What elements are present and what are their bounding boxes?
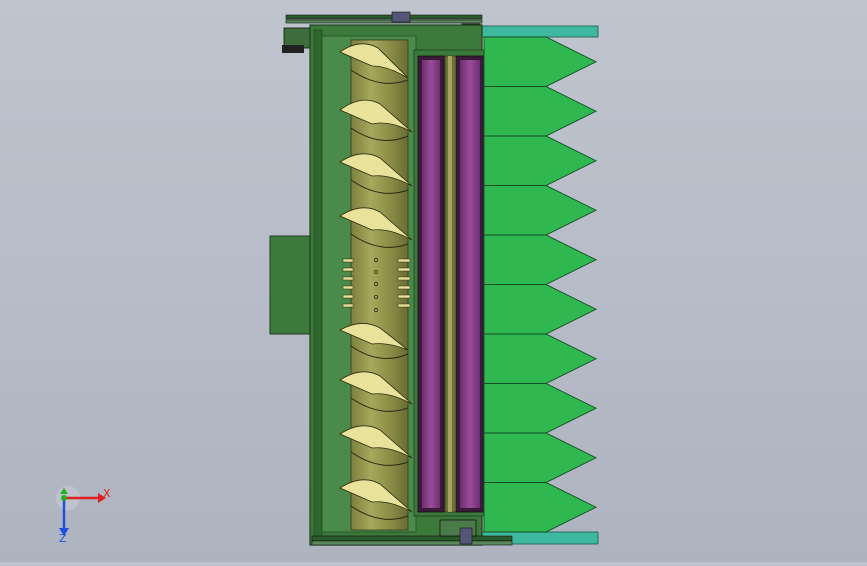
crop-divider[interactable] <box>483 432 598 483</box>
crop-divider[interactable] <box>483 234 598 285</box>
cad-viewport[interactable]: X Z <box>0 0 867 562</box>
cad-axis-triad-icon: X Z <box>56 486 111 545</box>
crop-divider[interactable] <box>483 36 598 87</box>
side-motor-box[interactable] <box>269 235 313 335</box>
crop-dividers[interactable] <box>483 36 598 533</box>
crop-divider[interactable] <box>483 333 598 384</box>
crop-divider[interactable] <box>483 135 598 186</box>
crop-divider[interactable] <box>483 383 598 434</box>
crop-divider[interactable] <box>483 185 598 236</box>
crop-divider[interactable] <box>483 86 598 137</box>
crop-divider[interactable] <box>483 482 598 533</box>
crop-divider[interactable] <box>483 284 598 335</box>
z-axis-label: Z <box>59 532 67 545</box>
top-rail[interactable] <box>481 25 599 38</box>
x-axis-label: X <box>103 487 111 500</box>
cad-model-scene[interactable]: X Z <box>0 0 867 562</box>
